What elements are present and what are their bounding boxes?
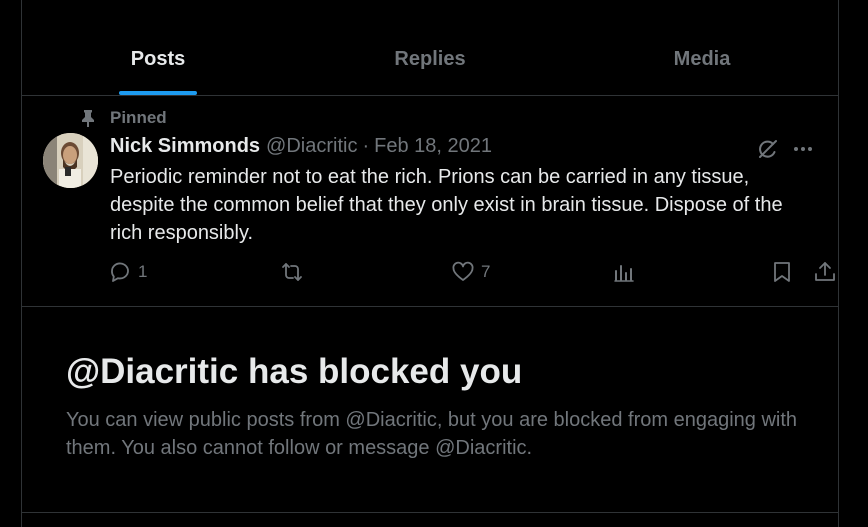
blocked-title: @Diacritic has blocked you [66, 352, 523, 391]
avatar[interactable] [43, 133, 98, 188]
reply-icon [111, 262, 129, 282]
header-separator: · [362, 135, 370, 157]
grok-icon[interactable] [756, 137, 780, 161]
views-button[interactable] [612, 260, 642, 284]
repost-button[interactable] [280, 260, 310, 284]
tab-media-label: Media [673, 48, 731, 70]
tab-posts[interactable]: Posts [22, 0, 294, 95]
blocked-notice: @Diacritic has blocked you You can view … [22, 308, 838, 513]
pinned-indicator: Pinned [80, 108, 167, 128]
pinned-label: Pinned [110, 108, 167, 127]
tab-posts-label: Posts [130, 48, 186, 70]
reply-count: 1 [138, 262, 148, 281]
tab-replies[interactable]: Replies [294, 0, 566, 95]
views-icon [614, 265, 634, 282]
pin-icon [82, 110, 94, 127]
profile-tabs: Posts Replies Media [22, 0, 838, 96]
post-header: Nick Simmonds @Diacritic · Feb 18, 2021 [110, 135, 492, 158]
profile-column: Posts Replies Media Pinned Nick Simmonds… [21, 0, 839, 527]
bookmark-button[interactable] [770, 260, 794, 284]
repost-icon [282, 263, 302, 281]
post-text: Periodic reminder not to eat the rich. P… [110, 166, 783, 244]
like-button[interactable]: 7 [451, 260, 490, 284]
active-tab-indicator [119, 91, 197, 95]
avatar-image [43, 133, 98, 188]
like-icon [452, 261, 474, 281]
post-actions: 1 7 [108, 260, 835, 290]
pinned-post[interactable]: Pinned Nick Simmonds @Diacritic · Feb 18… [22, 97, 838, 307]
author-name[interactable]: Nick Simmonds [110, 135, 260, 158]
like-count: 7 [481, 262, 491, 281]
bookmark-icon [774, 262, 790, 282]
tab-replies-label: Replies [394, 48, 466, 70]
tab-media[interactable]: Media [566, 0, 838, 95]
more-icon[interactable] [791, 137, 815, 161]
reply-button[interactable]: 1 [108, 260, 147, 284]
post-date[interactable]: Feb 18, 2021 [374, 135, 492, 158]
share-button[interactable] [813, 260, 837, 284]
blocked-description: You can view public posts from @Diacriti… [66, 409, 798, 459]
share-icon [815, 262, 835, 281]
author-handle[interactable]: @Diacritic [266, 135, 357, 158]
